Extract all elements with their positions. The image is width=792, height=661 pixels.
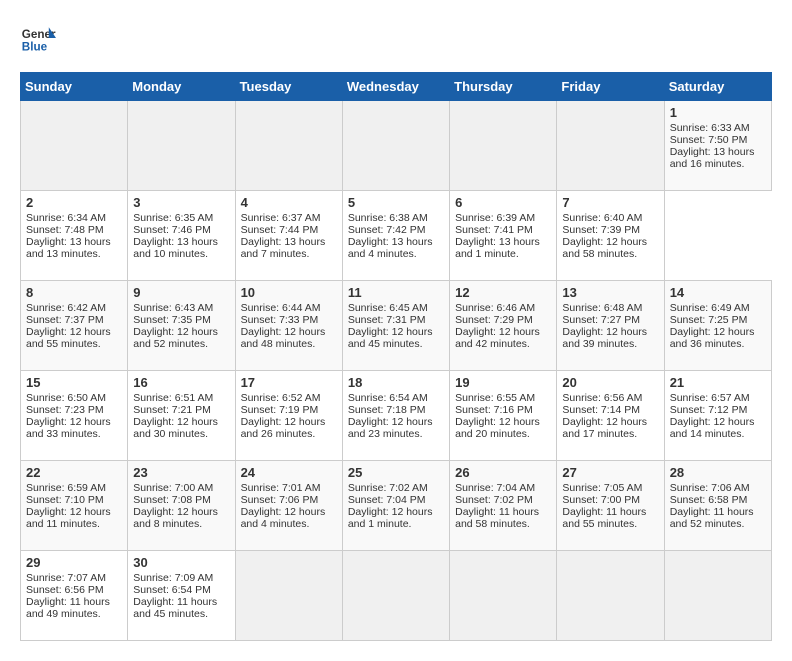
day-header-sunday: Sunday	[21, 73, 128, 101]
calendar-cell: 3Sunrise: 6:35 AM Sunset: 7:46 PM Daylig…	[128, 191, 235, 281]
calendar-cell	[450, 101, 557, 191]
calendar-cell	[235, 101, 342, 191]
calendar-cell: 5Sunrise: 6:38 AM Sunset: 7:42 PM Daylig…	[342, 191, 449, 281]
calendar-cell	[342, 101, 449, 191]
calendar-table: SundayMondayTuesdayWednesdayThursdayFrid…	[20, 72, 772, 641]
calendar-cell: 17Sunrise: 6:52 AM Sunset: 7:19 PM Dayli…	[235, 371, 342, 461]
calendar-cell: 16Sunrise: 6:51 AM Sunset: 7:21 PM Dayli…	[128, 371, 235, 461]
calendar-cell: 13Sunrise: 6:48 AM Sunset: 7:27 PM Dayli…	[557, 281, 664, 371]
calendar-cell: 27Sunrise: 7:05 AM Sunset: 7:00 PM Dayli…	[557, 461, 664, 551]
logo: General Blue	[20, 20, 60, 56]
calendar-cell: 8Sunrise: 6:42 AM Sunset: 7:37 PM Daylig…	[21, 281, 128, 371]
calendar-cell: 22Sunrise: 6:59 AM Sunset: 7:10 PM Dayli…	[21, 461, 128, 551]
calendar-cell: 1Sunrise: 6:33 AM Sunset: 7:50 PM Daylig…	[664, 101, 771, 191]
calendar-cell: 26Sunrise: 7:04 AM Sunset: 7:02 PM Dayli…	[450, 461, 557, 551]
calendar-cell: 30Sunrise: 7:09 AM Sunset: 6:54 PM Dayli…	[128, 551, 235, 641]
calendar-cell: 11Sunrise: 6:45 AM Sunset: 7:31 PM Dayli…	[342, 281, 449, 371]
day-header-thursday: Thursday	[450, 73, 557, 101]
calendar-cell	[664, 551, 771, 641]
calendar-cell: 24Sunrise: 7:01 AM Sunset: 7:06 PM Dayli…	[235, 461, 342, 551]
calendar-cell: 6Sunrise: 6:39 AM Sunset: 7:41 PM Daylig…	[450, 191, 557, 281]
calendar-cell: 10Sunrise: 6:44 AM Sunset: 7:33 PM Dayli…	[235, 281, 342, 371]
calendar-cell: 2Sunrise: 6:34 AM Sunset: 7:48 PM Daylig…	[21, 191, 128, 281]
calendar-cell	[21, 101, 128, 191]
day-header-wednesday: Wednesday	[342, 73, 449, 101]
calendar-cell: 7Sunrise: 6:40 AM Sunset: 7:39 PM Daylig…	[557, 191, 664, 281]
calendar-cell: 28Sunrise: 7:06 AM Sunset: 6:58 PM Dayli…	[664, 461, 771, 551]
calendar-cell: 29Sunrise: 7:07 AM Sunset: 6:56 PM Dayli…	[21, 551, 128, 641]
page-header: General Blue	[20, 20, 772, 56]
calendar-cell: 12Sunrise: 6:46 AM Sunset: 7:29 PM Dayli…	[450, 281, 557, 371]
calendar-cell: 20Sunrise: 6:56 AM Sunset: 7:14 PM Dayli…	[557, 371, 664, 461]
day-header-saturday: Saturday	[664, 73, 771, 101]
calendar-cell: 15Sunrise: 6:50 AM Sunset: 7:23 PM Dayli…	[21, 371, 128, 461]
calendar-cell: 23Sunrise: 7:00 AM Sunset: 7:08 PM Dayli…	[128, 461, 235, 551]
day-header-friday: Friday	[557, 73, 664, 101]
svg-text:Blue: Blue	[22, 41, 48, 54]
day-header-tuesday: Tuesday	[235, 73, 342, 101]
calendar-cell: 19Sunrise: 6:55 AM Sunset: 7:16 PM Dayli…	[450, 371, 557, 461]
calendar-cell	[557, 101, 664, 191]
day-header-monday: Monday	[128, 73, 235, 101]
calendar-cell: 18Sunrise: 6:54 AM Sunset: 7:18 PM Dayli…	[342, 371, 449, 461]
calendar-cell: 9Sunrise: 6:43 AM Sunset: 7:35 PM Daylig…	[128, 281, 235, 371]
calendar-cell: 4Sunrise: 6:37 AM Sunset: 7:44 PM Daylig…	[235, 191, 342, 281]
calendar-cell	[557, 551, 664, 641]
calendar-cell: 14Sunrise: 6:49 AM Sunset: 7:25 PM Dayli…	[664, 281, 771, 371]
calendar-cell	[342, 551, 449, 641]
calendar-cell	[235, 551, 342, 641]
calendar-cell: 25Sunrise: 7:02 AM Sunset: 7:04 PM Dayli…	[342, 461, 449, 551]
calendar-cell	[128, 101, 235, 191]
calendar-cell	[450, 551, 557, 641]
calendar-cell: 21Sunrise: 6:57 AM Sunset: 7:12 PM Dayli…	[664, 371, 771, 461]
